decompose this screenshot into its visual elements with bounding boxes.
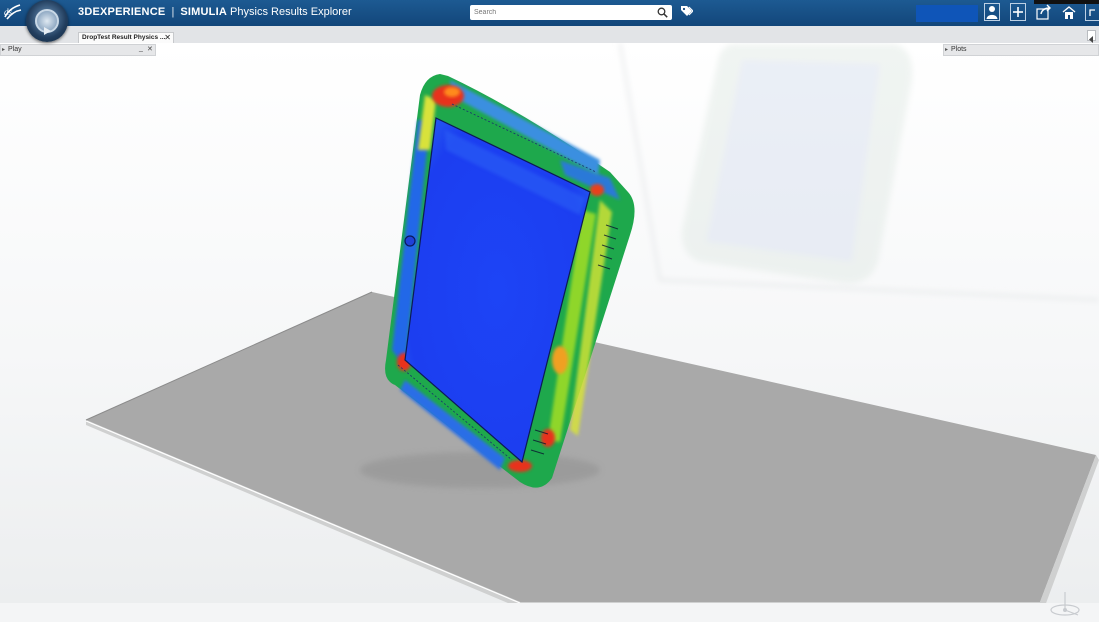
plots-panel-header[interactable]: ▸ Plots xyxy=(943,44,1099,56)
svg-text:ds: ds xyxy=(4,7,13,17)
search-icon[interactable] xyxy=(657,7,668,18)
expand-arrow-icon[interactable]: ▸ xyxy=(2,46,5,53)
search-input[interactable] xyxy=(472,5,656,20)
user-name-box[interactable] xyxy=(916,5,978,22)
device-shadow xyxy=(360,452,600,488)
minimize-icon[interactable]: _ xyxy=(139,45,143,52)
title-separator: | xyxy=(171,6,175,18)
compass-icon[interactable] xyxy=(26,0,68,42)
window-edge xyxy=(1034,0,1099,4)
share-button[interactable] xyxy=(1036,3,1052,21)
product-name: SIMULIA xyxy=(180,6,227,18)
search-box[interactable] xyxy=(470,5,672,20)
tab-bar: DropTest Result Physics ... ✕ xyxy=(0,26,1099,44)
more-button[interactable] xyxy=(1085,3,1099,21)
tab-droptest-result[interactable]: DropTest Result Physics ... ✕ xyxy=(78,32,174,43)
tab-close-icon[interactable]: ✕ xyxy=(164,33,171,42)
plots-panel-label: Plots xyxy=(951,46,967,53)
home-icon xyxy=(1062,6,1076,19)
collapse-tabs-icon[interactable] xyxy=(1087,30,1096,43)
add-button[interactable] xyxy=(1010,3,1026,21)
ghost-device xyxy=(681,44,913,284)
home-button-marker xyxy=(404,235,416,247)
view-orientation-icon[interactable] xyxy=(1048,588,1082,622)
3d-viewport[interactable] xyxy=(0,43,1099,616)
top-bar: ds 3DEXPERIENCE | SIMULIA Physics Result… xyxy=(0,0,1099,42)
ds-logo-icon[interactable]: ds xyxy=(2,2,24,22)
home-button[interactable] xyxy=(1061,3,1077,21)
close-icon[interactable]: ✕ xyxy=(147,45,153,53)
brand-name: 3DEXPERIENCE xyxy=(78,6,166,18)
share-icon xyxy=(1036,4,1051,20)
tab-label: DropTest Result Physics ... xyxy=(82,34,166,41)
play-panel-label: Play xyxy=(8,46,22,53)
plus-icon xyxy=(1013,7,1023,17)
user-icon xyxy=(986,6,998,19)
more-icon xyxy=(1089,9,1095,16)
user-button[interactable] xyxy=(984,3,1000,21)
play-icon xyxy=(44,27,51,35)
tag-icon[interactable] xyxy=(680,5,693,18)
scene-canvas[interactable] xyxy=(0,43,1099,603)
expand-arrow-icon[interactable]: ▸ xyxy=(945,46,948,53)
play-panel-header[interactable]: ▸ Play _ ✕ xyxy=(0,44,156,56)
app-name: Physics Results Explorer xyxy=(230,6,352,18)
app-title: 3DEXPERIENCE | SIMULIA Physics Results E… xyxy=(78,6,352,18)
